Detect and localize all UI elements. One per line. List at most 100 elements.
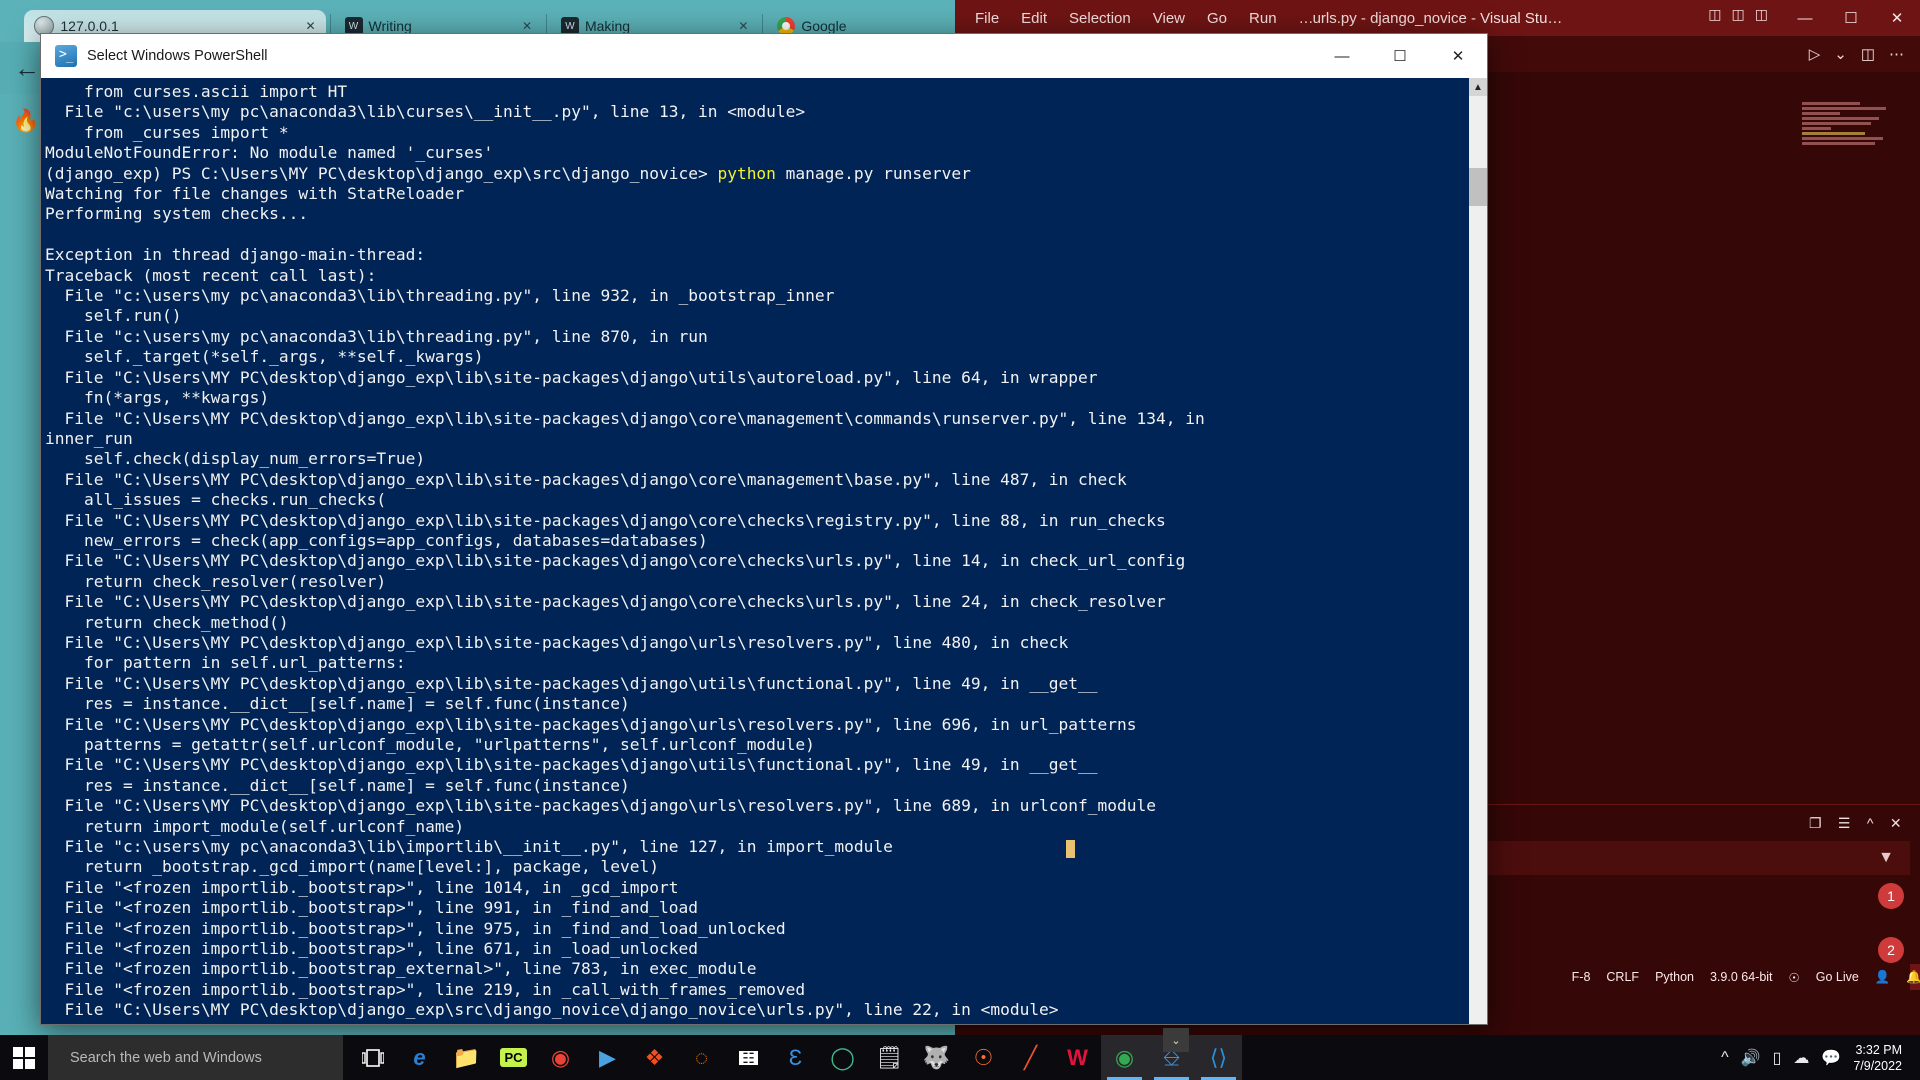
media-player-icon[interactable]: ▶ [584, 1035, 631, 1080]
vscode-running-icon[interactable]: ⟨⟩ [1195, 1035, 1242, 1080]
editor-tab-actions[interactable]: ▷ ⌄ ◫ ⋯ [1809, 45, 1920, 63]
minimize-button[interactable]: — [1313, 34, 1371, 78]
more-actions-icon[interactable]: ⋯ [1889, 45, 1904, 63]
postman-icon[interactable]: ☉ [960, 1035, 1007, 1080]
broadcast-icon[interactable]: ☉ [1789, 970, 1800, 985]
editor-minimap[interactable] [1802, 100, 1898, 240]
powershell-icon [55, 45, 77, 67]
maximize-button[interactable]: ☐ [1371, 34, 1429, 78]
maximize-button[interactable]: ☐ [1828, 0, 1874, 36]
figma-icon[interactable]: ❖ [631, 1035, 678, 1080]
network-error-icon[interactable]: ☁ [1793, 1048, 1809, 1068]
taskbar-overflow-chevron-icon[interactable]: ⌄ [1163, 1028, 1189, 1052]
windows-start-icon[interactable] [0, 1035, 48, 1080]
close-icon[interactable]: ✕ [306, 19, 316, 33]
vscode-statusbar[interactable]: F-8 CRLF Python 3.9.0 64-bit ☉ Go Live 👤… [1572, 964, 1920, 990]
console-line: return check_resolver(resolver) [45, 571, 387, 591]
pycharm-icon[interactable]: PC [490, 1035, 537, 1080]
customize-layout-icon[interactable]: ◫ [1755, 6, 1768, 23]
scrollbar-thumb[interactable] [1469, 168, 1487, 206]
clear-output-icon[interactable]: ☰ [1838, 815, 1851, 832]
filter-icon[interactable]: ▼ [1878, 849, 1894, 867]
powershell-console[interactable]: from curses.ascii import HT File "c:\use… [41, 78, 1487, 1024]
taskbar-clock[interactable]: 3:32 PM 7/9/2022 [1853, 1042, 1910, 1074]
battery-icon[interactable]: ▯ [1773, 1048, 1782, 1068]
system-tray[interactable]: ^ 🔊 ▯ ☁ 💬 3:32 PM 7/9/2022 [1721, 1042, 1920, 1074]
close-button[interactable]: ✕ [1429, 34, 1487, 78]
taskbar-app-icons[interactable] [349, 1035, 396, 1080]
powershell-window-controls[interactable]: — ☐ ✕ [1313, 34, 1487, 78]
edraw-icon[interactable]: Ɛ [772, 1035, 819, 1080]
minimize-button[interactable]: — [1782, 0, 1828, 36]
menu-selection[interactable]: Selection [1069, 10, 1131, 27]
chrome-running-icon[interactable]: ◉ [1101, 1035, 1148, 1080]
scroll-up-arrow-icon[interactable]: ▲ [1469, 78, 1487, 96]
search-input[interactable]: Search the web and Windows [48, 1035, 343, 1080]
close-icon[interactable]: ✕ [522, 19, 532, 33]
console-line: self.check(display_num_errors=True) [45, 449, 426, 469]
panel-actions[interactable]: ❐ ☰ ^ ✕ [1809, 815, 1920, 832]
console-line: ModuleNotFoundError: No module named '_c… [45, 143, 494, 163]
split-editor-right-icon[interactable]: ◫ [1861, 45, 1875, 63]
powershell-titlebar[interactable]: Select Windows PowerShell — ☐ ✕ [41, 34, 1487, 79]
split-editor-icon[interactable]: ◫ [1708, 6, 1721, 23]
gimp-icon[interactable]: 🐺 [913, 1035, 960, 1080]
console-line: File "C:\Users\MY PC\desktop\django_exp\… [45, 632, 1069, 652]
jupyter-icon[interactable]: 🗒 [866, 1035, 913, 1080]
open-in-editor-icon[interactable]: ❐ [1809, 815, 1822, 832]
opera-icon[interactable]: ╱ [1007, 1035, 1054, 1080]
console-scrollbar[interactable]: ▲ [1469, 78, 1487, 1024]
console-line: File "C:\Users\MY PC\desktop\django_exp\… [45, 551, 1186, 571]
close-panel-icon[interactable]: ✕ [1890, 815, 1902, 832]
show-hidden-icons-icon[interactable]: ^ [1721, 1049, 1729, 1067]
chevron-down-icon[interactable]: ⌄ [1834, 45, 1847, 63]
volume-icon[interactable]: 🔊 [1741, 1048, 1761, 1068]
menu-go[interactable]: Go [1207, 10, 1227, 27]
anaconda-icon[interactable]: ◯ [819, 1035, 866, 1080]
chrome-icon[interactable]: ◉ [537, 1035, 584, 1080]
blender-icon[interactable]: ◌ [678, 1035, 725, 1080]
pdf-tool-icon[interactable]: ☷ [725, 1035, 772, 1080]
wondershare-icon[interactable]: W [1054, 1035, 1101, 1080]
powershell-window[interactable]: Select Windows PowerShell — ☐ ✕ from cur… [40, 33, 1488, 1025]
console-output: from curses.ascii import HT File "c:\use… [41, 78, 1469, 1024]
console-line: path('polls/', include('polls.urls')), [45, 1021, 1469, 1024]
status-interpreter[interactable]: 3.9.0 64-bit [1710, 970, 1773, 984]
console-line: Performing system checks... [45, 204, 309, 224]
file-explorer-icon[interactable]: 📁 [443, 1035, 490, 1080]
console-line: File "c:\users\my pc\anaconda3\lib\threa… [45, 326, 708, 346]
taskbar-running-apps[interactable]: e 📁 PC ◉ ▶ ❖ ◌ ☷ Ɛ ◯ 🗒 🐺 ☉ ╱ W ◉ ⎒ ⟨⟩ [396, 1035, 1242, 1080]
vscode-window-controls[interactable]: — ☐ ✕ [1782, 0, 1920, 36]
status-go-live[interactable]: Go Live [1816, 970, 1859, 984]
close-button[interactable]: ✕ [1874, 0, 1920, 36]
panel-layout-icon[interactable]: ◫ [1732, 6, 1745, 23]
console-line: File "<frozen importlib._bootstrap_exter… [45, 959, 757, 979]
menu-edit[interactable]: Edit [1021, 10, 1047, 27]
windows-taskbar[interactable]: Search the web and Windows e 📁 PC ◉ ▶ ❖ … [0, 1035, 1920, 1080]
vscode-menubar[interactable]: File Edit Selection View Go Run … [975, 10, 1314, 27]
vscode-layout-controls[interactable]: ◫ ◫ ◫ [1708, 6, 1768, 23]
firefox-icon[interactable]: 🔥 [12, 108, 39, 134]
account-icon[interactable]: 👤 [1875, 970, 1891, 985]
edge-icon[interactable]: e [396, 1035, 443, 1080]
notifications-bell-icon[interactable]: 🔔 [1906, 970, 1920, 985]
status-encoding[interactable]: F-8 [1572, 970, 1591, 984]
clock-time: 3:32 PM [1855, 1042, 1902, 1057]
status-language[interactable]: Python [1655, 970, 1694, 984]
console-line: return check_method() [45, 612, 289, 632]
task-view-icon[interactable] [349, 1035, 396, 1080]
menu-more[interactable]: … [1299, 10, 1314, 27]
close-icon[interactable]: ✕ [738, 19, 748, 33]
text-cursor [1066, 840, 1075, 858]
maximize-panel-icon[interactable]: ^ [1867, 815, 1874, 832]
menu-view[interactable]: View [1153, 10, 1185, 27]
console-line: from curses.ascii import HT [45, 82, 348, 101]
run-python-file-icon[interactable]: ▷ [1809, 45, 1821, 63]
browser-tab-label: 127.0.0.1 [60, 18, 119, 34]
action-center-icon[interactable]: 💬 [1821, 1048, 1841, 1068]
status-eol[interactable]: CRLF [1606, 970, 1639, 984]
back-arrow-icon[interactable]: ← [14, 53, 40, 84]
menu-file[interactable]: File [975, 10, 999, 27]
console-line: return _bootstrap._gcd_import(name[level… [45, 857, 659, 877]
menu-run[interactable]: Run [1249, 10, 1277, 27]
